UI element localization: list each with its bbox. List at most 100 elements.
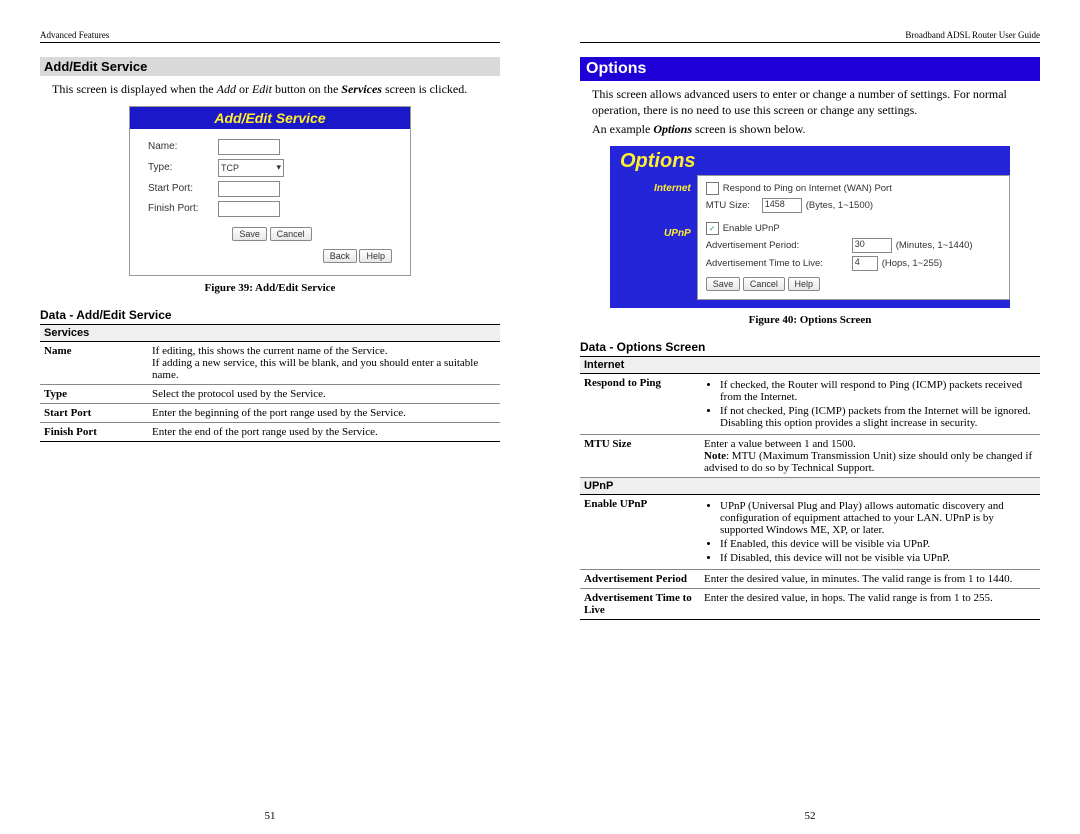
table-row: Finish Port Enter the end of the port ra… bbox=[40, 422, 500, 441]
mtu-input[interactable]: 1458 bbox=[762, 198, 802, 213]
name-input[interactable] bbox=[218, 139, 280, 155]
t: Options bbox=[653, 122, 692, 136]
ping-checkbox[interactable] bbox=[706, 182, 719, 195]
t: Edit bbox=[252, 82, 272, 96]
k-advp: Advertisement Period bbox=[580, 569, 700, 588]
figure-40-inner: Respond to Ping on Internet (WAN) Port M… bbox=[697, 175, 1010, 300]
k-mtu: MTU Size bbox=[580, 434, 700, 477]
figure-39-panel: Add/Edit Service Name: Type: TCP ▾ Start… bbox=[129, 106, 411, 276]
v-mtu: Enter a value between 1 and 1500. Note: … bbox=[700, 434, 1040, 477]
t: screen is clicked. bbox=[382, 82, 467, 96]
v-type: Select the protocol used by the Service. bbox=[148, 384, 500, 403]
li: If Disabled, this device will not be vis… bbox=[720, 552, 1036, 564]
k-finish: Finish Port bbox=[40, 422, 148, 441]
v-finish: Enter the end of the port range used by … bbox=[148, 422, 500, 441]
table-row: Enable UPnP UPnP (Universal Plug and Pla… bbox=[580, 494, 1040, 569]
t: Services bbox=[341, 82, 382, 96]
adv-ttl-input[interactable]: 4 bbox=[852, 256, 878, 271]
name-label: Name: bbox=[148, 141, 218, 152]
side-internet: Internet bbox=[610, 183, 691, 194]
header-left: Advanced Features bbox=[40, 30, 500, 43]
v-upnp: UPnP (Universal Plug and Play) allows au… bbox=[700, 494, 1040, 569]
adv-ttl-label: Advertisement Time to Live: bbox=[706, 258, 846, 269]
page-spread: Advanced Features Add/Edit Service This … bbox=[0, 0, 1080, 834]
start-port-input[interactable] bbox=[218, 181, 280, 197]
save-button[interactable]: Save bbox=[232, 227, 267, 241]
type-value: TCP bbox=[221, 163, 239, 173]
cancel-button[interactable]: Cancel bbox=[270, 227, 312, 241]
adv-period-label: Advertisement Period: bbox=[706, 240, 846, 251]
section-add-edit-service: Add/Edit Service bbox=[40, 57, 500, 76]
cancel-button[interactable]: Cancel bbox=[743, 277, 785, 291]
table-row: Start Port Enter the beginning of the po… bbox=[40, 403, 500, 422]
note-rest: : MTU (Maximum Transmission Unit) size s… bbox=[704, 450, 1032, 474]
intro-text: This screen is displayed when the Add or… bbox=[52, 82, 500, 98]
li: UPnP (Universal Plug and Play) allows au… bbox=[720, 500, 1036, 536]
mtu-hint: (Bytes, 1~1500) bbox=[806, 200, 873, 211]
mtu-label: MTU Size: bbox=[706, 200, 762, 211]
li: If checked, the Router will respond to P… bbox=[720, 379, 1036, 403]
figure-40-sidebar: Internet UPnP bbox=[610, 175, 697, 300]
page-number: 52 bbox=[805, 810, 816, 822]
chevron-down-icon: ▾ bbox=[276, 162, 281, 173]
options-intro: This screen allows advanced users to ent… bbox=[592, 87, 1040, 118]
k-type: Type bbox=[40, 384, 148, 403]
v-ping: If checked, the Router will respond to P… bbox=[700, 373, 1040, 434]
header-right: Broadband ADSL Router User Guide bbox=[580, 30, 1040, 43]
t: An example bbox=[592, 122, 653, 136]
help-button[interactable]: Help bbox=[788, 277, 821, 291]
table-row: Respond to Ping If checked, the Router w… bbox=[580, 373, 1040, 434]
figure-39-caption: Figure 39: Add/Edit Service bbox=[40, 282, 500, 294]
group-services: Services bbox=[40, 324, 500, 341]
k-advt: Advertisement Time to Live bbox=[580, 588, 700, 619]
section-options: Options bbox=[580, 57, 1040, 81]
mtu-v1: Enter a value between 1 and 1500. bbox=[704, 438, 1036, 450]
table-row: Type Select the protocol used by the Ser… bbox=[40, 384, 500, 403]
back-button[interactable]: Back bbox=[323, 249, 357, 263]
page-right: Broadband ADSL Router User Guide Options… bbox=[540, 0, 1080, 834]
options-intro2: An example Options screen is shown below… bbox=[592, 122, 1040, 138]
figure-39-title: Add/Edit Service bbox=[130, 107, 410, 129]
figure-39-body: Name: Type: TCP ▾ Start Port: Finish Por… bbox=[130, 129, 410, 275]
help-button[interactable]: Help bbox=[359, 249, 392, 263]
li: If Enabled, this device will be visible … bbox=[720, 538, 1036, 550]
save-button[interactable]: Save bbox=[706, 277, 741, 291]
page-number: 51 bbox=[265, 810, 276, 822]
finish-port-input[interactable] bbox=[218, 201, 280, 217]
adv-period-hint: (Minutes, 1~1440) bbox=[896, 240, 973, 251]
table-row: Name If editing, this shows the current … bbox=[40, 341, 500, 384]
v-start: Enter the beginning of the port range us… bbox=[148, 403, 500, 422]
figure-40-title: Options bbox=[610, 146, 1010, 175]
data-options-heading: Data - Options Screen bbox=[580, 340, 1040, 354]
adv-period-input[interactable]: 30 bbox=[852, 238, 892, 253]
finish-port-label: Finish Port: bbox=[148, 203, 218, 214]
li: If not checked, Ping (ICMP) packets from… bbox=[720, 405, 1036, 429]
t: or bbox=[236, 82, 252, 96]
upnp-checkbox[interactable]: ✓ bbox=[706, 222, 719, 235]
page-left: Advanced Features Add/Edit Service This … bbox=[0, 0, 540, 834]
figure-40-panel: Options Internet UPnP Respond to Ping on… bbox=[610, 146, 1010, 308]
k-start: Start Port bbox=[40, 403, 148, 422]
services-table: Services Name If editing, this shows the… bbox=[40, 324, 500, 442]
t: This screen is displayed when the bbox=[52, 82, 217, 96]
figure-40-caption: Figure 40: Options Screen bbox=[580, 314, 1040, 326]
type-select[interactable]: TCP ▾ bbox=[218, 159, 284, 177]
group-upnp: UPnP bbox=[580, 477, 1040, 494]
note-b: Note bbox=[704, 450, 726, 462]
v-advt: Enter the desired value, in hops. The va… bbox=[700, 588, 1040, 619]
v-advp: Enter the desired value, in minutes. The… bbox=[700, 569, 1040, 588]
start-port-label: Start Port: bbox=[148, 183, 218, 194]
v-name: If editing, this shows the current name … bbox=[148, 341, 500, 384]
group-internet: Internet bbox=[580, 356, 1040, 373]
data-add-edit-heading: Data - Add/Edit Service bbox=[40, 308, 500, 322]
k-ping: Respond to Ping bbox=[580, 373, 700, 434]
t: button on the bbox=[272, 82, 341, 96]
t: Add bbox=[217, 82, 236, 96]
type-label: Type: bbox=[148, 162, 218, 173]
options-table: Internet Respond to Ping If checked, the… bbox=[580, 356, 1040, 620]
t: screen is shown below. bbox=[692, 122, 806, 136]
table-row: MTU Size Enter a value between 1 and 150… bbox=[580, 434, 1040, 477]
table-row: Advertisement Time to Live Enter the des… bbox=[580, 588, 1040, 619]
table-row: Advertisement Period Enter the desired v… bbox=[580, 569, 1040, 588]
side-upnp: UPnP bbox=[610, 228, 691, 239]
